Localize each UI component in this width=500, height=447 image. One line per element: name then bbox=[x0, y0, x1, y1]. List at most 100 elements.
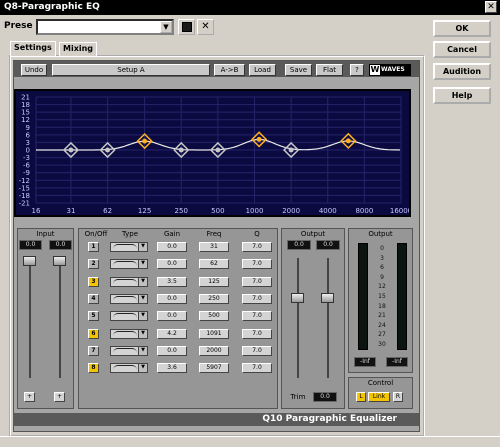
undo-button[interactable]: Undo bbox=[21, 64, 47, 76]
tab-settings[interactable]: Settings bbox=[10, 41, 56, 56]
band-6-q[interactable]: 7.0 bbox=[242, 328, 272, 339]
band-3-toggle[interactable]: 3 bbox=[88, 276, 99, 287]
band-6-toggle[interactable]: 6 bbox=[88, 328, 99, 339]
freq-tick-label: 62 bbox=[103, 207, 112, 215]
save-button[interactable]: Save bbox=[285, 64, 312, 76]
band-1-type-select[interactable]: ▼ bbox=[110, 242, 148, 252]
meter-left bbox=[358, 243, 368, 350]
band-5-type-select[interactable]: ▼ bbox=[110, 311, 148, 322]
control-link-button[interactable]: Link bbox=[368, 392, 390, 402]
chevron-down-icon[interactable]: ▼ bbox=[138, 294, 147, 303]
band-4-q[interactable]: 7.0 bbox=[242, 293, 272, 304]
band-1-q[interactable]: 7.0 bbox=[242, 242, 272, 252]
bell-curve-icon bbox=[113, 347, 137, 354]
band-1-freq[interactable]: 31 bbox=[199, 242, 229, 252]
chevron-down-icon[interactable]: ▼ bbox=[138, 329, 147, 338]
eq-graph[interactable]: 21 18 15 12 9 6 3 0 -3 -6 -9 -12 -15 -18 -21 16 31 62 125 2… bbox=[14, 89, 413, 217]
band-6-freq[interactable]: 1091 bbox=[199, 328, 229, 339]
tab-mixing[interactable]: Mixing bbox=[59, 42, 98, 56]
trim-value[interactable]: 0.0 bbox=[313, 392, 337, 402]
output-right-fader[interactable] bbox=[321, 293, 334, 303]
band-8-type-select[interactable]: ▼ bbox=[110, 363, 148, 374]
chevron-down-icon[interactable]: ▼ bbox=[138, 243, 147, 251]
band-5-gain[interactable]: 0.0 bbox=[157, 311, 187, 322]
load-button[interactable]: Load bbox=[249, 64, 276, 76]
band-7-toggle[interactable]: 7 bbox=[88, 345, 99, 356]
control-label: Control bbox=[367, 379, 394, 387]
band-6-gain[interactable]: 4.2 bbox=[157, 328, 187, 339]
band-2-gain[interactable]: 0.0 bbox=[157, 259, 187, 270]
chevron-down-icon[interactable]: ▼ bbox=[138, 260, 147, 269]
cancel-button[interactable]: Cancel bbox=[433, 41, 491, 58]
freq-tick-label: 4000 bbox=[319, 207, 337, 215]
band-1-gain[interactable]: 0.0 bbox=[157, 242, 187, 252]
band-4-gain[interactable]: 0.0 bbox=[157, 293, 187, 304]
eq-curve-plot[interactable]: 211815129630-3-6-9-12-15-18-2116 31 62 125 2… bbox=[16, 91, 413, 216]
chevron-down-icon[interactable]: ▼ bbox=[160, 21, 172, 33]
band-7-freq[interactable]: 2000 bbox=[199, 345, 229, 356]
band-5-q[interactable]: 7.0 bbox=[242, 311, 272, 322]
ab-button[interactable]: A->B bbox=[214, 64, 245, 76]
band-2-q[interactable]: 7.0 bbox=[242, 259, 272, 270]
band-1-handle-dot bbox=[68, 147, 74, 153]
setup-button[interactable]: Setup A bbox=[52, 64, 210, 76]
band-3-type-select[interactable]: ▼ bbox=[110, 276, 148, 287]
band-4-type-select[interactable]: ▼ bbox=[110, 293, 148, 304]
delete-preset-button[interactable]: ✕ bbox=[197, 19, 214, 35]
horizontal-scrollbar[interactable] bbox=[0, 436, 500, 447]
band-2-toggle[interactable]: 2 bbox=[88, 259, 99, 270]
help-question-button[interactable]: ? bbox=[350, 64, 364, 76]
preset-dropdown[interactable]: ▼ bbox=[36, 19, 174, 35]
band-7-q[interactable]: 7.0 bbox=[242, 345, 272, 356]
chevron-down-icon[interactable]: ▼ bbox=[138, 364, 147, 373]
band-8-toggle[interactable]: 8 bbox=[88, 363, 99, 374]
meter-tick: 27 bbox=[378, 331, 386, 339]
band-1-toggle[interactable]: 1 bbox=[88, 242, 99, 252]
control-l-button[interactable]: L bbox=[356, 392, 366, 402]
meter-peak-right[interactable]: -Inf bbox=[386, 357, 408, 367]
band-4-freq[interactable]: 250 bbox=[199, 293, 229, 304]
audition-button[interactable]: Audition bbox=[433, 63, 491, 80]
band-8-q[interactable]: 7.0 bbox=[242, 363, 272, 374]
input-right-link-button[interactable]: + bbox=[54, 392, 65, 402]
input-left-link-button[interactable]: + bbox=[24, 392, 35, 402]
db-tick-label: -21 bbox=[19, 200, 30, 208]
help-button[interactable]: Help bbox=[433, 87, 491, 104]
band-4-toggle[interactable]: 4 bbox=[88, 293, 99, 304]
input-left-track bbox=[29, 258, 31, 378]
band-2-type-select[interactable]: ▼ bbox=[110, 259, 148, 270]
band-6-type-select[interactable]: ▼ bbox=[110, 328, 148, 339]
band-8-freq[interactable]: 5907 bbox=[199, 363, 229, 374]
close-button[interactable]: ✕ bbox=[485, 1, 497, 13]
flat-button[interactable]: Flat bbox=[316, 64, 343, 76]
meter-peak-left[interactable]: -Inf bbox=[354, 357, 376, 367]
chevron-down-icon[interactable]: ▼ bbox=[138, 312, 147, 321]
chevron-down-icon[interactable]: ▼ bbox=[138, 346, 147, 355]
band-3-q[interactable]: 7.0 bbox=[242, 276, 272, 287]
meter-tick: 24 bbox=[378, 321, 386, 329]
band-3-freq[interactable]: 125 bbox=[199, 276, 229, 287]
ok-button[interactable]: OK bbox=[433, 20, 491, 37]
band-3-gain[interactable]: 3.5 bbox=[157, 276, 187, 287]
band-7-gain[interactable]: 0.0 bbox=[157, 345, 187, 356]
band-5-toggle[interactable]: 5 bbox=[88, 311, 99, 322]
meter-tick: 9 bbox=[380, 273, 384, 281]
save-preset-button[interactable] bbox=[178, 19, 195, 35]
input-left-fader[interactable] bbox=[23, 256, 36, 266]
output-left-fader[interactable] bbox=[291, 293, 304, 303]
input-left-value: 0.0 bbox=[19, 240, 42, 250]
band-8-gain[interactable]: 3.6 bbox=[157, 363, 187, 374]
band-5-freq[interactable]: 500 bbox=[199, 311, 229, 322]
band-7-type-select[interactable]: ▼ bbox=[110, 345, 148, 356]
control-r-button[interactable]: R bbox=[393, 392, 403, 402]
meter-tick: 0 bbox=[380, 245, 384, 252]
band-7-handle-dot bbox=[288, 147, 294, 153]
title-bar: Q8-Paragraphic EQ ✕ bbox=[0, 0, 500, 15]
input-right-fader[interactable] bbox=[53, 256, 66, 266]
band-2-freq[interactable]: 62 bbox=[199, 259, 229, 270]
chevron-down-icon[interactable]: ▼ bbox=[138, 277, 147, 286]
band-6-handle-dot bbox=[256, 136, 262, 142]
freq-tick-label: 8000 bbox=[355, 207, 373, 215]
bell-curve-icon bbox=[113, 330, 137, 337]
band-3-handle-dot bbox=[142, 138, 148, 144]
